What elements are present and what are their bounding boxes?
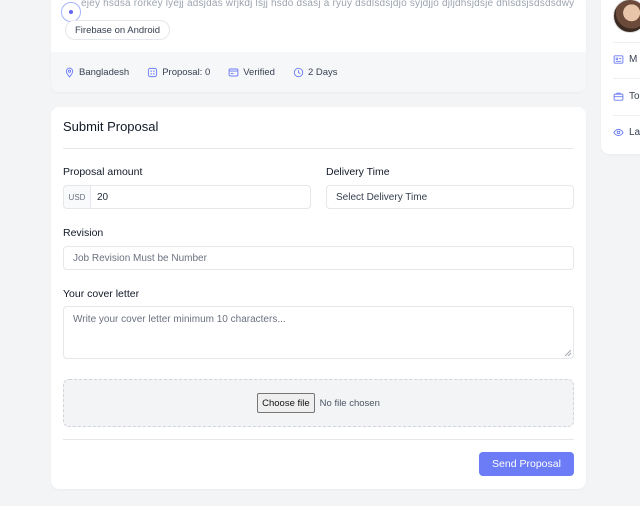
revision-input[interactable]: Job Revision Must be Number — [63, 246, 574, 270]
eye-icon — [613, 128, 624, 137]
clock-icon — [293, 67, 304, 77]
avatar[interactable] — [613, 0, 640, 33]
profile-side-card: M To La — [601, 0, 640, 154]
side-item-label: M — [629, 54, 638, 65]
choose-file-button[interactable]: Choose file — [257, 393, 315, 413]
job-meta-bar: Bangladesh Proposal: 0 Verified 2 Days — [51, 52, 586, 92]
meta-location-text: Bangladesh — [79, 66, 130, 78]
side-item-1[interactable]: To — [613, 91, 640, 102]
cover-letter-label: Your cover letter — [63, 288, 140, 300]
no-file-text: No file chosen — [319, 397, 380, 409]
id-card-icon — [613, 55, 624, 64]
meta-verified: Verified — [228, 67, 275, 78]
meta-duration: 2 Days — [293, 67, 338, 78]
proposal-form-card: Submit Proposal Proposal amount USD 20 D… — [51, 107, 586, 489]
send-proposal-button[interactable]: Send Proposal — [479, 452, 574, 476]
amount-input[interactable]: 20 — [90, 185, 311, 209]
side-item-label: La — [629, 127, 640, 138]
meta-proposals: Proposal: 0 — [147, 67, 210, 78]
side-item-label: To — [629, 91, 640, 102]
cover-letter-placeholder: Write your cover letter minimum 10 chara… — [73, 314, 286, 325]
side-item-0[interactable]: M — [613, 54, 637, 65]
page: ejey hsdsa rorkey lyejj adsjdas wrjkdj l… — [0, 0, 640, 506]
verified-card-icon — [228, 68, 239, 76]
cover-letter-textarea[interactable]: Write your cover letter minimum 10 chara… — [63, 306, 574, 359]
amount-label: Proposal amount — [63, 166, 143, 178]
job-card: ejey hsdsa rorkey lyejj adsjdas wrjkdj l… — [51, 0, 586, 92]
radio-circle-icon[interactable] — [61, 2, 81, 22]
revision-label: Revision — [63, 227, 104, 239]
job-description: ejey hsdsa rorkey lyejj adsjdas wrjkdj l… — [81, 0, 575, 8]
meta-proposals-text: Proposal: 0 — [162, 66, 211, 78]
amount-input-group: USD 20 — [63, 185, 311, 209]
side-divider — [613, 115, 640, 116]
meta-duration-text: 2 Days — [307, 66, 338, 78]
delivery-label: Delivery Time — [326, 166, 390, 178]
title-divider — [63, 148, 574, 149]
delivery-time-select[interactable]: Select Delivery Time — [326, 185, 574, 209]
side-item-2[interactable]: La — [613, 127, 640, 138]
skill-tag[interactable]: Firebase on Android — [65, 20, 171, 40]
side-divider — [613, 78, 640, 79]
currency-prefix: USD — [63, 185, 90, 209]
side-divider — [613, 42, 640, 43]
footer-divider — [63, 439, 574, 440]
job-description-row — [61, 2, 81, 22]
meta-location: Bangladesh — [64, 67, 129, 78]
grid-icon — [148, 67, 158, 77]
briefcase-icon — [613, 92, 624, 101]
file-dropzone[interactable]: Choose file No file chosen — [63, 379, 574, 427]
map-pin-icon — [65, 67, 74, 78]
resize-grip-icon[interactable] — [565, 350, 571, 356]
meta-verified-text: Verified — [243, 66, 275, 78]
page-title: Submit Proposal — [63, 119, 159, 134]
